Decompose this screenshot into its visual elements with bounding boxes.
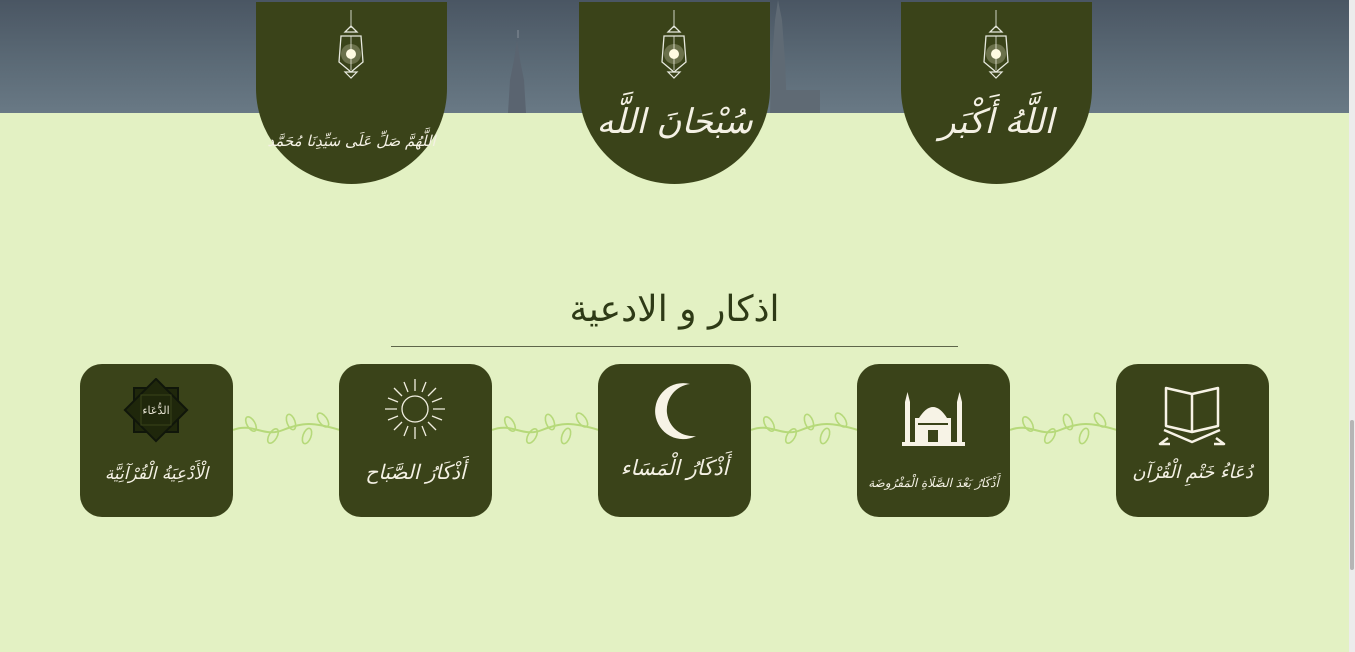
card-quranic-duas[interactable]: الدُّعَاء الْأَدْعِيَةُ الْقُرْآنِيَّة [80,364,233,517]
octagram-icon: الدُّعَاء [123,378,189,443]
quran-icon [1158,386,1226,446]
card-morning-adhkar[interactable]: أَذْكَارُ الصَّبَاح [339,364,492,517]
mosque-icon [902,392,965,446]
vine-divider [233,412,340,445]
vine-divider [1010,412,1117,445]
section-title: اذكار و الادعية [391,282,958,347]
page-scrollbar[interactable] [1349,0,1355,652]
card-label: دُعَاءُ خَتْمِ الْقُرْآن [1132,462,1253,483]
vine-divider [751,412,858,445]
dome-salawat[interactable]: اللَّهُمَّ صَلِّ عَلَى سَيِّدِنَا مُحَمَ… [256,2,447,184]
sun-icon [385,379,445,439]
card-post-prayer-adhkar[interactable]: أَذْكَارُ بَعْدَ الصَّلَاةِ الْمَفْرُوضَ… [857,364,1010,517]
dome-text: اللَّهُمَّ صَلِّ عَلَى سَيِّدِنَا مُحَمَ… [267,132,436,150]
card-label: أَذْكَارُ الصَّبَاح [365,460,466,484]
card-label: الْأَدْعِيَةُ الْقُرْآنِيَّة [104,464,209,484]
card-quran-completion-dua[interactable]: دُعَاءُ خَتْمِ الْقُرْآن [1116,364,1269,517]
crescent-moon-icon [655,383,696,440]
dome-allahuakbar[interactable]: اللَّهُ أَكْبَر [901,2,1092,184]
dome-text: سُبْحَانَ اللَّه [596,102,753,142]
vine-divider [492,412,599,445]
dome-subhanallah[interactable]: سُبْحَانَ اللَّه [579,2,770,184]
card-label: أَذْكَارُ بَعْدَ الصَّلَاةِ الْمَفْرُوضَ… [868,476,999,490]
card-evening-adhkar[interactable]: أَذْكَارُ الْمَسَاء [598,364,751,517]
lantern-icon [338,10,364,79]
scrollbar-thumb[interactable] [1350,420,1354,570]
card-label: أَذْكَارُ الْمَسَاء [620,456,729,480]
lantern-icon [661,10,687,79]
lantern-icon [983,10,1009,79]
octagram-text: الدُّعَاء [142,402,169,417]
dome-text: اللَّهُ أَكْبَر [939,102,1054,142]
